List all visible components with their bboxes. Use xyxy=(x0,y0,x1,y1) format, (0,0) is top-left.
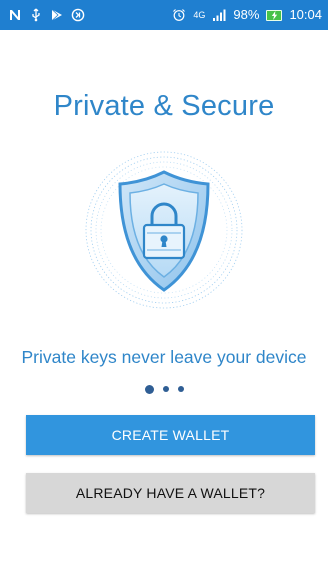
usb-icon xyxy=(29,8,43,22)
sync-icon xyxy=(71,8,85,22)
shield-lock-icon xyxy=(84,150,244,310)
create-wallet-button[interactable]: CREATE WALLET xyxy=(26,415,315,455)
page-indicator[interactable] xyxy=(0,383,328,395)
clock-time: 10:04 xyxy=(289,7,322,22)
status-bar-notifications xyxy=(8,8,85,22)
status-bar: 4G 98% 10:04 xyxy=(0,0,328,30)
already-have-wallet-button[interactable]: ALREADY HAVE A WALLET? xyxy=(26,473,315,513)
network-type-label: 4G xyxy=(193,10,206,20)
onboarding-caption: Private keys never leave your device xyxy=(21,347,307,367)
page-dot[interactable] xyxy=(162,386,169,392)
play-store-icon xyxy=(50,8,64,22)
alarm-clock-icon xyxy=(172,8,186,22)
n-notification-icon xyxy=(8,8,22,22)
onboarding-screen: 4G 98% 10:04 Private & Secure Private ke… xyxy=(0,0,328,579)
battery-charging-icon xyxy=(266,9,283,21)
page-title: Private & Secure xyxy=(53,90,275,122)
page-dot[interactable] xyxy=(177,386,184,392)
page-dot-active[interactable] xyxy=(144,384,154,394)
status-bar-system: 4G 98% 10:04 xyxy=(172,8,322,22)
signal-bars-icon xyxy=(212,8,226,22)
battery-percent: 98% xyxy=(233,7,260,22)
